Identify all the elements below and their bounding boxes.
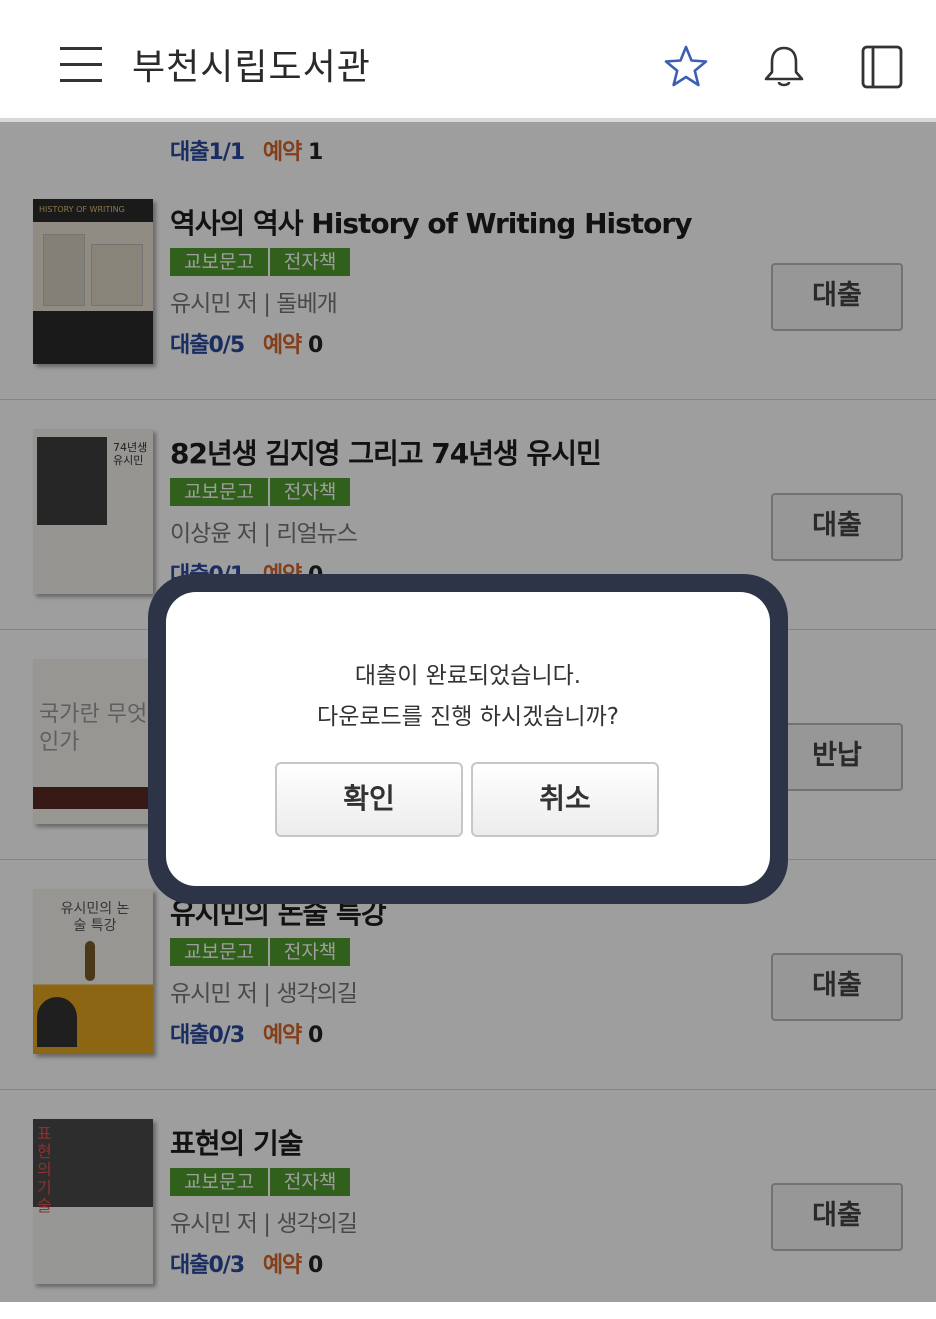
bell-icon[interactable]	[760, 42, 808, 90]
dialog-body: 대출이 완료되었습니다. 다운로드를 진행 하시겠습니까? 확인 취소	[166, 592, 770, 886]
hamburger-icon[interactable]	[60, 44, 104, 84]
dialog-message-line1: 대출이 완료되었습니다.	[354, 663, 582, 689]
confirm-button[interactable]: 확인	[275, 762, 463, 837]
cancel-button[interactable]: 취소	[471, 762, 659, 837]
confirm-dialog: 대출이 완료되었습니다. 다운로드를 진행 하시겠습니까? 확인 취소	[148, 574, 788, 904]
app-header: 부천시립도서관	[0, 0, 936, 122]
book-icon[interactable]	[858, 42, 906, 90]
page-title: 부천시립도서관	[132, 47, 371, 88]
dialog-message-line2: 다운로드를 진행 하시겠습니까?	[317, 704, 619, 730]
star-icon[interactable]	[662, 42, 710, 90]
